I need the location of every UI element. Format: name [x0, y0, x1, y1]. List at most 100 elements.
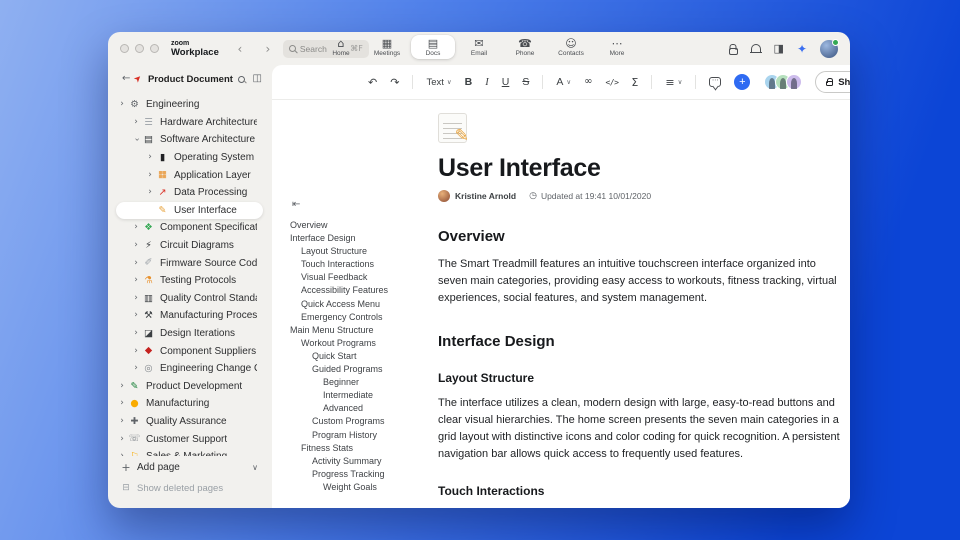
expand-chevron-icon[interactable]: › [130, 364, 142, 373]
expand-chevron-icon[interactable]: › [116, 381, 128, 391]
code-block-icon[interactable]: </> [605, 78, 618, 87]
expand-chevron-icon[interactable]: › [144, 188, 156, 197]
sidebar-item-engineering-change-orders[interactable]: › ◎ Engineering Change Orders [116, 360, 263, 378]
sidebar-item-manufacturing-process[interactable]: › ⚒ Manufacturing Process [116, 307, 263, 325]
toc-item[interactable]: Beginner [290, 376, 436, 389]
sidebar-item-software-architecture[interactable]: › ▤ Software Architecture [116, 131, 263, 149]
chevron-down-icon[interactable]: ∨ [252, 463, 258, 472]
sidebar-item-design-iterations[interactable]: › ◪ Design Iterations [116, 325, 263, 343]
formula-icon[interactable]: Σ [631, 77, 638, 88]
tab-contacts[interactable]: ☺ Contacts [549, 35, 593, 59]
toc-item[interactable]: Quick Start [290, 350, 436, 363]
expand-chevron-icon[interactable]: › [130, 346, 142, 356]
toc-item[interactable]: Progress Tracking [290, 468, 436, 481]
underline-button[interactable]: U [502, 76, 510, 88]
maximize-window-button[interactable] [150, 44, 159, 53]
share-button[interactable]: Share [815, 71, 850, 93]
toc-item[interactable]: Weight Goals [290, 481, 436, 494]
section-heading[interactable]: Touch Interactions [438, 484, 842, 498]
sidebar-item-hardware-architecture[interactable]: › ☰ Hardware Architecture [116, 114, 263, 132]
sidebar-item-circuit-diagrams[interactable]: › ⚡ Circuit Diagrams [116, 237, 263, 255]
sidebar-item-product-development[interactable]: › ✎ Product Development [116, 378, 263, 396]
sidebar-item-sales-marketing[interactable]: › ⚐ Sales & Marketing [116, 448, 263, 456]
sidebar-item-data-processing[interactable]: › ↗ Data Processing [116, 184, 263, 202]
expand-chevron-icon[interactable]: › [144, 153, 156, 162]
toc-item[interactable]: Interface Design [290, 232, 436, 245]
align-dropdown[interactable]: ≡ ∨ [665, 77, 682, 88]
tab-phone[interactable]: ☎ Phone [503, 35, 547, 59]
expand-chevron-icon[interactable]: › [132, 134, 142, 146]
expand-chevron-icon[interactable]: › [130, 223, 142, 232]
tab-meetings[interactable]: ▦ Meetings [365, 35, 409, 59]
text-style-dropdown[interactable]: Text ∨ [426, 77, 451, 88]
bold-button[interactable]: B [465, 76, 473, 88]
section-heading[interactable]: Interface Design [438, 333, 842, 350]
toc-collapse-icon[interactable]: ⇤ [292, 200, 436, 210]
expand-chevron-icon[interactable]: › [130, 241, 142, 250]
sidebar-item-engineering[interactable]: › ⚙ Engineering [116, 96, 263, 114]
sidebar-back-icon[interactable]: ← [122, 74, 130, 84]
tab-more[interactable]: ⋯ More [595, 35, 639, 59]
expand-chevron-icon[interactable]: › [130, 293, 142, 303]
toc-item[interactable]: Overview [290, 219, 436, 232]
sidebar-item-operating-system[interactable]: › ▮ Operating System [116, 149, 263, 167]
sidebar-item-component-suppliers[interactable]: › ◆ Component Suppliers [116, 342, 263, 360]
toc-item[interactable]: Main Menu Structure [290, 324, 436, 337]
expand-chevron-icon[interactable]: › [144, 170, 156, 180]
strikethrough-button[interactable]: S [522, 76, 529, 88]
sidebar-item-testing-protocols[interactable]: › ⚗ Testing Protocols [116, 272, 263, 290]
minimize-window-button[interactable] [135, 44, 144, 53]
sidebar-item-quality-assurance[interactable]: › ✚ Quality Assurance [116, 413, 263, 431]
toc-item[interactable]: Accessibility Features [290, 284, 436, 297]
text-color-dropdown[interactable]: A ∨ [556, 76, 571, 88]
add-page-button[interactable]: + Add page ∨ [116, 458, 272, 477]
sidebar-search-icon[interactable] [237, 75, 245, 83]
undo-button[interactable]: ↶ [368, 77, 377, 88]
toc-item[interactable]: Touch Interactions [290, 258, 436, 271]
sidebar-item-quality-control-standards[interactable]: › ▥ Quality Control Standards [116, 290, 263, 308]
expand-chevron-icon[interactable]: › [130, 276, 142, 285]
toc-item[interactable]: Quick Access Menu [290, 298, 436, 311]
expand-chevron-icon[interactable]: › [130, 258, 142, 268]
expand-chevron-icon[interactable]: › [116, 434, 128, 444]
show-deleted-pages-button[interactable]: ⊟ Show deleted pages [116, 479, 272, 498]
comment-icon[interactable] [709, 76, 722, 87]
sidebar-item-user-interface[interactable]: ✎ User Interface [116, 201, 263, 220]
sidebar-panel-icon[interactable]: ◫ [253, 74, 262, 84]
workspace-title[interactable]: Product Documenta... [148, 74, 233, 85]
section-heading[interactable]: Overview [438, 228, 842, 245]
notifications-bell-icon[interactable] [749, 44, 762, 53]
expand-chevron-icon[interactable]: › [130, 329, 142, 338]
tab-docs[interactable]: ▤ Docs [411, 35, 455, 59]
user-avatar[interactable] [820, 38, 839, 58]
expand-chevron-icon[interactable]: › [130, 311, 142, 320]
page-title[interactable]: User Interface [438, 154, 842, 183]
sidebar-item-application-layer[interactable]: › ▦ Application Layer [116, 166, 263, 184]
toc-item[interactable]: Custom Programs [290, 415, 436, 428]
toc-item[interactable]: Advanced [290, 402, 436, 415]
panel-toggle-icon[interactable]: ◨ [774, 43, 784, 54]
close-window-button[interactable] [120, 44, 129, 53]
document-content[interactable]: ✎ User Interface Kristine Arnold ◷ Updat… [438, 100, 842, 508]
section-heading[interactable]: Layout Structure [438, 371, 842, 385]
tab-email[interactable]: ✉ Email [457, 35, 501, 59]
toc-item[interactable]: Intermediate [290, 389, 436, 402]
insert-plus-button[interactable]: + [734, 74, 751, 90]
expand-chevron-icon[interactable]: › [116, 100, 128, 109]
expand-chevron-icon[interactable]: › [116, 399, 128, 408]
toc-item[interactable]: Activity Summary [290, 455, 436, 468]
expand-chevron-icon[interactable]: › [130, 117, 142, 127]
expand-chevron-icon[interactable]: › [116, 416, 128, 426]
toc-item[interactable]: Fitness Stats [290, 442, 436, 455]
traffic-lights[interactable] [120, 44, 159, 53]
toc-item[interactable]: Layout Structure [290, 245, 436, 258]
sidebar-item-customer-support[interactable]: › ☏ Customer Support [116, 430, 263, 448]
sidebar-item-firmware-source-code[interactable]: › ✐ Firmware Source Code [116, 254, 263, 272]
toc-item[interactable]: Emergency Controls [290, 311, 436, 324]
link-icon[interactable]: ∞ [584, 77, 592, 87]
sidebar-item-manufacturing[interactable]: › ● Manufacturing [116, 395, 263, 413]
redo-button[interactable]: ↷ [390, 77, 399, 88]
toc-item[interactable]: Workout Programs [290, 337, 436, 350]
sidebar-item-component-specifications[interactable]: › ❖ Component Specifications [116, 219, 263, 237]
ai-companion-icon[interactable]: ✦ [797, 43, 807, 55]
